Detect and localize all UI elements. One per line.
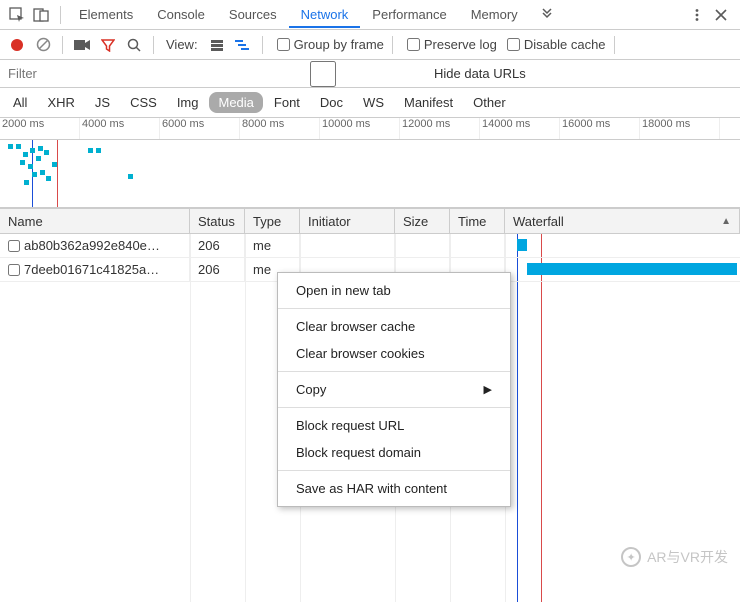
more-tabs-icon[interactable] <box>536 4 558 26</box>
watermark-icon: ✦ <box>621 547 641 567</box>
sort-asc-icon: ▲ <box>721 216 731 227</box>
menu-item-clear-browser-cache[interactable]: Clear browser cache <box>278 313 510 340</box>
filter-input[interactable] <box>0 61 210 87</box>
separator <box>153 36 154 54</box>
col-status[interactable]: Status <box>190 209 245 233</box>
timeline-tick: 14000 ms <box>480 118 560 139</box>
type-filter-row: AllXHRJSCSSImgMediaFontDocWSManifestOthe… <box>0 88 740 118</box>
type-filter-manifest[interactable]: Manifest <box>395 92 462 113</box>
separator <box>392 36 393 54</box>
filter-row: Hide data URLs <box>0 60 740 88</box>
submenu-arrow-icon: ▶ <box>484 383 492 396</box>
row-checkbox[interactable] <box>8 264 20 276</box>
context-menu: Open in new tab Clear browser cacheClear … <box>277 272 511 507</box>
type-filter-all[interactable]: All <box>4 92 36 113</box>
group-by-frame-checkbox[interactable]: Group by frame <box>277 37 384 52</box>
type-filter-css[interactable]: CSS <box>121 92 166 113</box>
col-initiator[interactable]: Initiator <box>300 209 395 233</box>
tab-network[interactable]: Network <box>289 1 361 28</box>
view-label: View: <box>166 37 198 52</box>
type-filter-doc[interactable]: Doc <box>311 92 352 113</box>
tab-sources[interactable]: Sources <box>217 1 289 28</box>
filter-icon[interactable] <box>97 34 119 56</box>
menu-separator <box>278 470 510 471</box>
type-filter-ws[interactable]: WS <box>354 92 393 113</box>
separator <box>614 36 615 54</box>
close-icon[interactable] <box>710 4 732 26</box>
record-button[interactable] <box>6 34 28 56</box>
type-filter-media[interactable]: Media <box>209 92 262 113</box>
inspect-icon[interactable] <box>6 4 28 26</box>
disable-cache-checkbox[interactable]: Disable cache <box>507 37 606 52</box>
timeline-tick: 6000 ms <box>160 118 240 139</box>
tab-performance[interactable]: Performance <box>360 1 458 28</box>
menu-separator <box>278 371 510 372</box>
menu-item-block-request-url[interactable]: Block request URL <box>278 412 510 439</box>
tab-elements[interactable]: Elements <box>67 1 145 28</box>
search-icon[interactable] <box>123 34 145 56</box>
menu-separator <box>278 308 510 309</box>
menu-item-clear-browser-cookies[interactable]: Clear browser cookies <box>278 340 510 367</box>
menu-item-block-request-domain[interactable]: Block request domain <box>278 439 510 466</box>
kebab-menu-icon[interactable] <box>686 4 708 26</box>
preserve-log-checkbox[interactable]: Preserve log <box>407 37 497 52</box>
camera-icon[interactable] <box>71 34 93 56</box>
tab-memory[interactable]: Memory <box>459 1 530 28</box>
tab-console[interactable]: Console <box>145 1 217 28</box>
menu-item-save-as-har-with-content[interactable]: Save as HAR with content <box>278 475 510 502</box>
type-filter-xhr[interactable]: XHR <box>38 92 83 113</box>
col-time[interactable]: Time <box>450 209 505 233</box>
type-filter-other[interactable]: Other <box>464 92 515 113</box>
device-toggle-icon[interactable] <box>30 4 52 26</box>
waterfall-view-icon[interactable] <box>232 34 254 56</box>
timeline-tick: 10000 ms <box>320 118 400 139</box>
separator <box>60 6 61 24</box>
separator <box>62 36 63 54</box>
large-rows-icon[interactable] <box>206 34 228 56</box>
network-table-header: Name Status Type Initiator Size Time Wat… <box>0 208 740 234</box>
timeline-tick: 4000 ms <box>80 118 160 139</box>
timeline-tick: 16000 ms <box>560 118 640 139</box>
row-checkbox[interactable] <box>8 240 20 252</box>
type-filter-font[interactable]: Font <box>265 92 309 113</box>
watermark: ✦ AR与VR开发 <box>621 547 728 567</box>
timeline-tick: 12000 ms <box>400 118 480 139</box>
menu-item-open-in-new-tab[interactable]: Open in new tab <box>278 277 510 304</box>
menu-separator <box>278 407 510 408</box>
timeline-tick: 2000 ms <box>0 118 80 139</box>
timeline-tick: 8000 ms <box>240 118 320 139</box>
network-toolbar: View: Group by frame Preserve log Disabl… <box>0 30 740 60</box>
timeline-tick: 18000 ms <box>640 118 720 139</box>
type-filter-img[interactable]: Img <box>168 92 208 113</box>
hide-data-urls-checkbox[interactable]: Hide data URLs <box>218 61 526 87</box>
menu-item-copy[interactable]: Copy▶ <box>278 376 510 403</box>
clear-icon[interactable] <box>32 34 54 56</box>
type-filter-js[interactable]: JS <box>86 92 119 113</box>
col-waterfall[interactable]: Waterfall▲ <box>505 209 740 233</box>
devtools-tabbar: ElementsConsoleSourcesNetworkPerformance… <box>0 0 740 30</box>
table-row[interactable]: ab80b362a992e840e… 206 me <box>0 234 740 258</box>
timeline-overview[interactable]: 2000 ms4000 ms6000 ms8000 ms10000 ms1200… <box>0 118 740 208</box>
col-size[interactable]: Size <box>395 209 450 233</box>
col-name[interactable]: Name <box>0 209 190 233</box>
col-type[interactable]: Type <box>245 209 300 233</box>
separator <box>262 36 263 54</box>
